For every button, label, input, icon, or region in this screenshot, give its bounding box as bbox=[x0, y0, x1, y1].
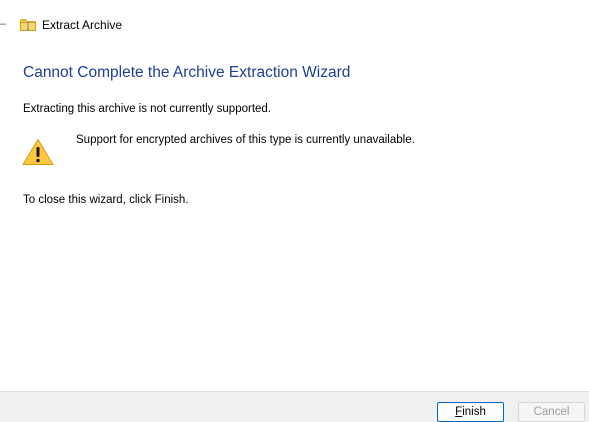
warning-icon bbox=[22, 139, 54, 165]
unsupported-message: Extracting this archive is not currently… bbox=[23, 103, 272, 115]
button-bar: Finish Cancel bbox=[0, 391, 589, 422]
close-hint-text: To close this wizard, click Finish. bbox=[23, 194, 189, 206]
window-title: Extract Archive bbox=[42, 18, 123, 32]
cancel-button[interactable]: Cancel bbox=[518, 402, 585, 422]
finish-label-rest: inish bbox=[462, 405, 486, 418]
extract-archive-window: – Extract Archive Cannot Complete the Ar… bbox=[0, 0, 589, 422]
back-arrow-icon[interactable]: – bbox=[0, 18, 6, 30]
warning-message: Support for encrypted archives of this t… bbox=[76, 134, 415, 146]
zip-folder-icon bbox=[20, 19, 36, 31]
finish-button[interactable]: Finish bbox=[437, 402, 504, 422]
title-bar: Extract Archive bbox=[20, 15, 122, 35]
wizard-heading: Cannot Complete the Archive Extraction W… bbox=[23, 64, 351, 81]
